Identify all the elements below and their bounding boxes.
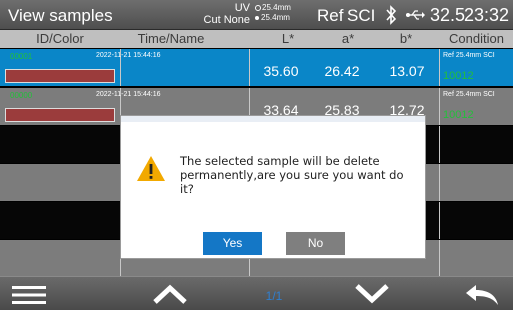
warning-icon (137, 156, 165, 181)
header-b: b* (399, 31, 413, 46)
delete-confirm-dialog: The selected sample will be delete perma… (120, 115, 426, 259)
status-bar: View samples UV Cut None 25.4mm 25.4mm R… (0, 0, 513, 30)
uv-label: UV (234, 2, 250, 14)
b-value: 13.07 (389, 63, 425, 79)
chevron-up-icon[interactable] (152, 283, 188, 305)
temperature-readout: 32.5 (430, 5, 466, 25)
no-button[interactable]: No (286, 232, 345, 255)
empty-cell (0, 126, 121, 163)
condition-code: 10012 (443, 70, 474, 82)
sample-time: 2022-11-21 15:44:16 (96, 52, 161, 59)
bluetooth-icon (386, 5, 397, 25)
aperture-indicator: 25.4mm 25.4mm (255, 3, 291, 23)
sample-time: 2022-11-21 15:44:16 (96, 91, 161, 98)
uv-cut-label: Cut None (203, 14, 250, 26)
menu-icon[interactable] (12, 285, 48, 305)
sci-mode-label: SCI (347, 6, 376, 25)
color-swatch (5, 69, 115, 83)
uv-filter-indicator: UV Cut None (202, 2, 250, 26)
ref-mode-label: Ref (317, 6, 344, 25)
dialog-message: The selected sample will be delete perma… (180, 154, 404, 196)
page-title: View samples (8, 6, 113, 25)
empty-cell (0, 240, 121, 276)
empty-cell (0, 202, 121, 239)
yes-button[interactable]: Yes (203, 232, 262, 255)
aperture-dot-icon (255, 15, 259, 20)
sample-id: 00000 (10, 91, 33, 100)
chevron-down-icon[interactable] (354, 283, 390, 305)
l-value: 35.60 (263, 63, 299, 79)
bottom-toolbar: 1/1 (0, 276, 513, 310)
header-time-name: Time/Name (137, 31, 205, 46)
sample-id: 00001 (10, 52, 33, 61)
clock: 23:32 (464, 5, 510, 25)
table-row[interactable]: 00001 2022-11-21 15:44:16 35.60 26.42 13… (0, 49, 513, 86)
header-l: L* (281, 31, 295, 46)
aperture-illum-label: 25.4mm (261, 13, 290, 22)
condition-code: 10012 (443, 109, 474, 121)
header-condition: Condition (449, 31, 504, 46)
condition-text: Ref 25.4mm SCI (443, 91, 495, 98)
aperture-measure-label: 25.4mm (262, 3, 291, 12)
dialog-title-strip (121, 116, 425, 122)
aperture-ring-icon (255, 4, 261, 11)
condition-text: Ref 25.4mm SCI (443, 52, 495, 59)
a-value: 26.42 (324, 63, 360, 79)
usb-icon (406, 10, 425, 20)
table-header: ID/Color Time/Name L* a* b* Condition (0, 30, 513, 48)
header-a: a* (341, 31, 355, 46)
empty-cell (0, 164, 121, 201)
page-indicator: 1/1 (265, 289, 283, 303)
color-swatch (5, 108, 115, 122)
back-icon[interactable] (462, 283, 500, 307)
